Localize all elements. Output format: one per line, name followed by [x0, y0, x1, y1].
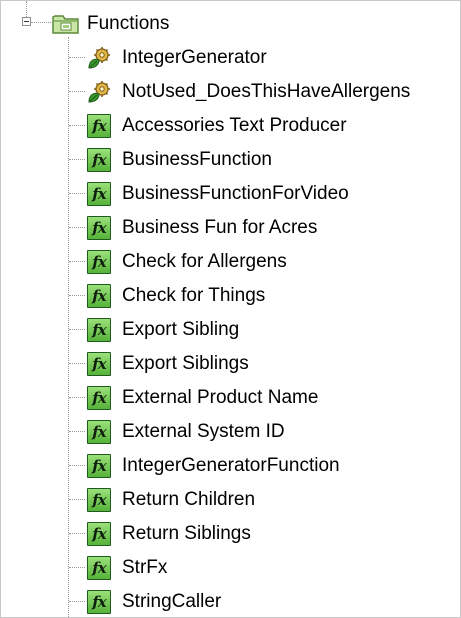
tree-item-return-children[interactable]: fx Return Children — [67, 485, 457, 515]
tree-guide-line — [69, 193, 85, 194]
function-icon: fx — [87, 250, 111, 274]
tree-guide-line — [69, 125, 85, 126]
business-rule-icon — [88, 47, 110, 69]
tree-guide-line — [26, 1, 27, 17]
tree-guide-line — [69, 601, 85, 602]
tree-item-label: Check for Allergens — [122, 251, 287, 272]
tree-item-business-fun-for-acres[interactable]: fx Business Fun for Acres — [67, 213, 457, 243]
tree-item-label: Accessories Text Producer — [122, 115, 347, 136]
tree-guide-line — [69, 397, 85, 398]
folder-icon[interactable] — [52, 13, 80, 35]
function-icon: fx — [87, 284, 111, 308]
tree-item-label: External System ID — [122, 421, 285, 442]
function-icon: fx — [87, 352, 111, 376]
function-icon: fx — [87, 590, 111, 614]
function-icon: fx — [87, 216, 111, 240]
tree-item-label: Business Fun for Acres — [122, 217, 318, 238]
tree-item-label: NotUsed_DoesThisHaveAllergens — [122, 81, 411, 102]
tree-item-label: Check for Things — [122, 285, 266, 306]
tree-guide-line — [31, 22, 51, 23]
tree-guide-line — [69, 567, 85, 568]
function-icon: fx — [87, 556, 111, 580]
tree-item-accessories-text-producer[interactable]: fx Accessories Text Producer — [67, 111, 457, 141]
tree-item-external-system-id[interactable]: fx External System ID — [67, 417, 457, 447]
tree-guide-line — [69, 499, 85, 500]
function-icon: fx — [87, 488, 111, 512]
tree-item-export-sibling[interactable]: fx Export Sibling — [67, 315, 457, 345]
collapse-toggle[interactable] — [22, 17, 31, 26]
tree-item-integer-generator[interactable]: IntegerGenerator — [67, 43, 457, 73]
tree-guide-line — [69, 91, 85, 92]
tree-item-business-function-for-video[interactable]: fx BusinessFunctionForVideo — [67, 179, 457, 209]
function-icon: fx — [87, 114, 111, 138]
business-rule-icon — [88, 81, 110, 103]
tree-item-check-for-things[interactable]: fx Check for Things — [67, 281, 457, 311]
tree-guide-line — [69, 295, 85, 296]
tree-item-business-function[interactable]: fx BusinessFunction — [67, 145, 457, 175]
function-icon: fx — [87, 318, 111, 342]
function-icon: fx — [87, 148, 111, 172]
tree-guide-line — [69, 261, 85, 262]
tree-item-label: Return Siblings — [122, 523, 251, 544]
function-icon: fx — [87, 420, 111, 444]
tree-guide-line — [69, 329, 85, 330]
tree-guide-line — [69, 227, 85, 228]
tree-item-label: IntegerGeneratorFunction — [122, 455, 340, 476]
tree-item-label: BusinessFunctionForVideo — [122, 183, 349, 204]
tree-item-label: StringCaller — [122, 591, 222, 612]
tree-guide-line — [69, 465, 85, 466]
tree-item-not-used-does-this-have-allergens[interactable]: NotUsed_DoesThisHaveAllergens — [67, 77, 457, 107]
function-icon: fx — [87, 386, 111, 410]
tree-item-strfx[interactable]: fx StrFx — [67, 553, 457, 583]
function-icon: fx — [87, 454, 111, 478]
tree-item-label: Export Siblings — [122, 353, 249, 374]
tree-item-external-product-name[interactable]: fx External Product Name — [67, 383, 457, 413]
tree-item-return-siblings[interactable]: fx Return Siblings — [67, 519, 457, 549]
tree-item-label: BusinessFunction — [122, 149, 272, 170]
function-icon: fx — [87, 182, 111, 206]
tree-guide-line — [69, 363, 85, 364]
tree-item-label: IntegerGenerator — [122, 47, 267, 68]
tree-item-label: StrFx — [122, 557, 168, 578]
tree-root-label[interactable]: Functions — [87, 11, 169, 37]
tree-item-label: External Product Name — [122, 387, 319, 408]
tree-item-string-caller[interactable]: fx StringCaller — [67, 587, 457, 617]
tree-item-integer-generator-function[interactable]: fx IntegerGeneratorFunction — [67, 451, 457, 481]
tree-item-check-for-allergens[interactable]: fx Check for Allergens — [67, 247, 457, 277]
tree-item-export-siblings[interactable]: fx Export Siblings — [67, 349, 457, 379]
tree-guide-line — [69, 57, 85, 58]
tree-item-label: Export Sibling — [122, 319, 240, 340]
tree-item-label: Return Children — [122, 489, 256, 510]
tree-guide-line — [69, 533, 85, 534]
tree-guide-line — [69, 159, 85, 160]
tree-guide-line — [69, 431, 85, 432]
tree-panel: Functions IntegerGenerator NotUsed_DoesT… — [0, 0, 461, 618]
function-icon: fx — [87, 522, 111, 546]
